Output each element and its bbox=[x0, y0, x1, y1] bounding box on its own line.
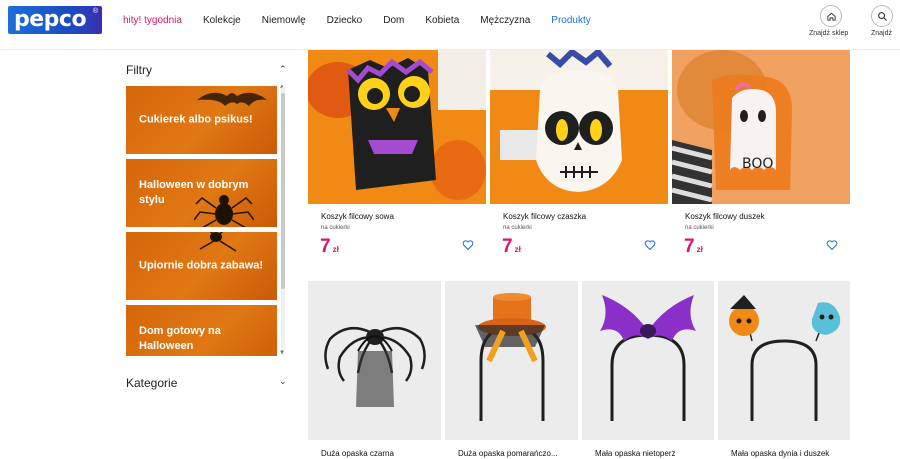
nav-item-mezczyzna[interactable]: Mężczyzna bbox=[480, 15, 530, 26]
spider-headband-image bbox=[308, 281, 441, 440]
product-image[interactable] bbox=[718, 281, 850, 440]
price-currency: zł bbox=[332, 245, 339, 254]
filter-card-upiornie[interactable]: Upiornie dobra zabawa! bbox=[126, 232, 277, 300]
price-value: 7 bbox=[502, 236, 513, 257]
scroll-down-arrow-icon[interactable]: ▼ bbox=[279, 350, 285, 356]
nav-item-kobieta[interactable]: Kobieta bbox=[425, 15, 459, 26]
heart-icon[interactable] bbox=[462, 239, 474, 251]
pepco-logo[interactable]: pepco ® bbox=[8, 6, 102, 34]
filter-card-dom-gotowy[interactable]: Dom gotowy na Halloween bbox=[126, 305, 277, 356]
product-name[interactable]: Koszyk filcowy czaszka bbox=[503, 212, 586, 221]
price-value: 7 bbox=[320, 236, 331, 257]
skull-basket-image bbox=[490, 50, 668, 204]
pumpkin-ghost-headband-image bbox=[718, 281, 850, 440]
product-price: 7 zł bbox=[684, 236, 703, 258]
filter-card-label: Cukierek albo psikus! bbox=[139, 113, 253, 126]
product-image[interactable] bbox=[490, 50, 668, 204]
product-name[interactable]: Duża opaska pomarańczo... bbox=[458, 449, 558, 458]
logo-text: pepco bbox=[14, 7, 87, 32]
filter-card-halloween-styl[interactable]: Halloween w dobrym stylu bbox=[126, 159, 277, 227]
store-locator-button[interactable] bbox=[820, 5, 842, 27]
product-image[interactable] bbox=[308, 281, 441, 440]
product-subtitle: na cukierki bbox=[685, 225, 714, 231]
product-price: 7 zł bbox=[502, 236, 521, 258]
heart-icon[interactable] bbox=[644, 239, 656, 251]
product-image[interactable] bbox=[308, 50, 486, 204]
nav-item-hity[interactable]: hity! tygodnia bbox=[123, 15, 182, 26]
product-card[interactable]: BOO Koszyk filcowy duszek na cukierki 7z… bbox=[672, 50, 850, 260]
product-price: 7 zł bbox=[320, 236, 339, 258]
home-icon bbox=[826, 12, 836, 21]
product-card[interactable]: Mała opaska nietoperz bbox=[582, 281, 714, 459]
product-name[interactable]: Koszyk filcowy duszek bbox=[685, 212, 765, 221]
nav-item-dziecko[interactable]: Dziecko bbox=[327, 15, 363, 26]
search-label[interactable]: Znajdź bbox=[871, 30, 892, 37]
product-image[interactable]: BOO bbox=[672, 50, 850, 204]
nav-item-kolekcje[interactable]: Kolekcje bbox=[203, 15, 241, 26]
filter-card-label: Halloween w dobrym stylu bbox=[139, 179, 249, 206]
heart-icon[interactable] bbox=[826, 239, 838, 251]
ghost-basket-image: BOO bbox=[672, 50, 850, 204]
product-card[interactable]: Duża opaska czarna bbox=[308, 281, 441, 459]
store-locator-label[interactable]: Znajdź sklep bbox=[809, 30, 848, 37]
categories-heading[interactable]: Kategorie bbox=[126, 376, 177, 390]
nav-item-produkty[interactable]: Produkty bbox=[551, 15, 590, 26]
product-name[interactable]: Mała opaska dynia i duszek bbox=[731, 449, 829, 458]
filter-card-label: Dom gotowy na Halloween bbox=[139, 325, 221, 352]
search-button[interactable] bbox=[871, 5, 893, 27]
owl-basket-image bbox=[308, 50, 486, 204]
product-image[interactable] bbox=[582, 281, 714, 440]
product-name[interactable]: Duża opaska czarna bbox=[321, 449, 394, 458]
filter-list: Cukierek albo psikus! Halloween w dobrym… bbox=[126, 86, 277, 356]
product-name[interactable]: Mała opaska nietoperz bbox=[595, 449, 676, 458]
nav-item-dom[interactable]: Dom bbox=[383, 15, 404, 26]
product-subtitle: na cukierki bbox=[503, 225, 532, 231]
product-card[interactable]: Koszyk filcowy czaszka na cukierki 7 zł bbox=[490, 50, 668, 260]
product-card[interactable]: Duża opaska pomarańczo... bbox=[445, 281, 578, 459]
nav-item-niemowle[interactable]: Niemowlę bbox=[262, 15, 306, 26]
svg-text:BOO: BOO bbox=[742, 156, 773, 172]
product-card[interactable]: Koszyk filcowy sowa na cukierki 7 zł bbox=[308, 50, 486, 260]
orange-hat-headband-image bbox=[445, 281, 578, 440]
site-header: pepco ® hity! tygodnia Kolekcje Niemowlę… bbox=[0, 0, 900, 50]
price-value: 7 bbox=[684, 236, 695, 257]
chevron-up-icon[interactable]: ⌃ bbox=[279, 64, 287, 75]
filter-card-cukierek[interactable]: Cukierek albo psikus! bbox=[126, 86, 277, 154]
scrollbar-thumb[interactable] bbox=[281, 93, 285, 289]
filter-card-label: Upiornie dobra zabawa! bbox=[139, 259, 264, 272]
product-name[interactable]: Koszyk filcowy sowa bbox=[321, 212, 394, 221]
logo-registered-mark: ® bbox=[92, 8, 98, 15]
chevron-down-icon[interactable]: ⌄ bbox=[279, 376, 287, 387]
price-currency: zł bbox=[514, 245, 521, 254]
main-nav: hity! tygodnia Kolekcje Niemowlę Dziecko… bbox=[123, 15, 591, 26]
product-image[interactable] bbox=[445, 281, 578, 440]
filter-scrollbar[interactable] bbox=[281, 87, 285, 356]
filters-heading[interactable]: Filtry bbox=[126, 63, 152, 77]
search-icon bbox=[877, 11, 887, 21]
price-currency: zł bbox=[696, 245, 703, 254]
product-card[interactable]: Mała opaska dynia i duszek bbox=[718, 281, 850, 459]
product-subtitle: na cukierki bbox=[321, 225, 350, 231]
bat-headband-image bbox=[582, 281, 714, 440]
